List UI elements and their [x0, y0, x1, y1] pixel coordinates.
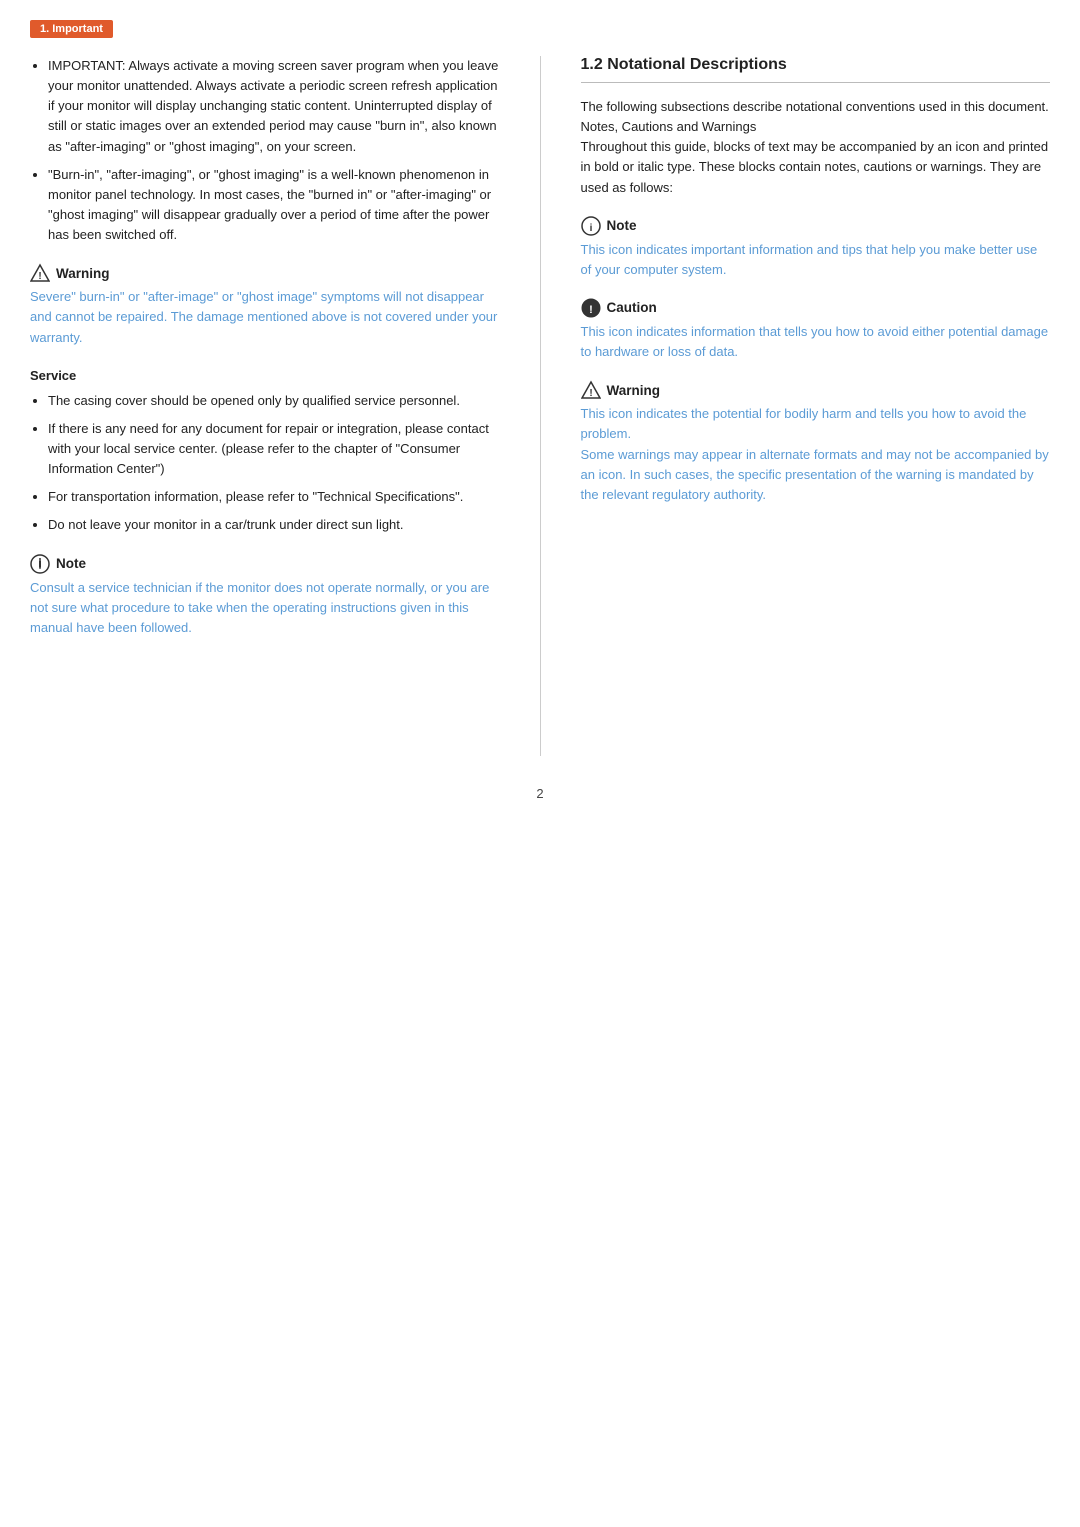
content-area: IMPORTANT: Always activate a moving scre… — [0, 56, 1080, 756]
svg-text:i: i — [589, 223, 592, 234]
left-column: IMPORTANT: Always activate a moving scre… — [30, 56, 510, 756]
caution-block-right: ! Caution This icon indicates informatio… — [581, 298, 1051, 362]
warning-header-right: ! Warning — [581, 380, 1051, 400]
warning-header-1: ! Warning — [30, 263, 500, 283]
right-section-title: 1.2 Notational Descriptions — [581, 56, 1051, 83]
service-title: Service — [30, 368, 500, 383]
note-block-1: i Note Consult a service technician if t… — [30, 554, 500, 638]
right-column: 1.2 Notational Descriptions The followin… — [571, 56, 1051, 756]
caution-text-right: This icon indicates information that tel… — [581, 322, 1051, 362]
note-text-1: Consult a service technician if the moni… — [30, 578, 500, 638]
note-header-right: i Note — [581, 216, 1051, 236]
note-header-1: i Note — [30, 554, 500, 574]
warning-text-1: Severe" burn-in" or "after-image" or "gh… — [30, 287, 500, 347]
note-block-right: i Note This icon indicates important inf… — [581, 216, 1051, 280]
tab-label: 1. Important — [0, 20, 1080, 56]
caution-icon-right: ! — [581, 298, 601, 318]
service-bullet-item: For transportation information, please r… — [48, 487, 500, 507]
intro-bullet-list: IMPORTANT: Always activate a moving scre… — [30, 56, 500, 245]
svg-text:!: ! — [589, 388, 592, 399]
warning-icon-right: ! — [581, 380, 601, 400]
note-icon-1: i — [30, 554, 50, 574]
warning-icon-1: ! — [30, 263, 50, 283]
right-intro-text: The following subsections describe notat… — [581, 97, 1051, 198]
page-number: 2 — [0, 786, 1080, 801]
column-divider — [540, 56, 541, 756]
svg-text:i: i — [39, 561, 42, 571]
svg-text:!: ! — [589, 304, 593, 316]
service-bullet-item: If there is any need for any document fo… — [48, 419, 500, 479]
bullet-item: IMPORTANT: Always activate a moving scre… — [48, 56, 500, 157]
service-bullet-item: Do not leave your monitor in a car/trunk… — [48, 515, 500, 535]
note-icon-right: i — [581, 216, 601, 236]
caution-header-right: ! Caution — [581, 298, 1051, 318]
note-text-right: This icon indicates important informatio… — [581, 240, 1051, 280]
warning-text-right: This icon indicates the potential for bo… — [581, 404, 1051, 505]
svg-text:!: ! — [38, 271, 41, 282]
service-bullet-list: The casing cover should be opened only b… — [30, 391, 500, 536]
warning-block-1: ! Warning Severe" burn-in" or "after-ima… — [30, 263, 500, 347]
bullet-item: "Burn-in", "after-imaging", or "ghost im… — [48, 165, 500, 246]
warning-block-right: ! Warning This icon indicates the potent… — [581, 380, 1051, 505]
page-wrapper: 1. Important IMPORTANT: Always activate … — [0, 0, 1080, 1527]
service-bullet-item: The casing cover should be opened only b… — [48, 391, 500, 411]
